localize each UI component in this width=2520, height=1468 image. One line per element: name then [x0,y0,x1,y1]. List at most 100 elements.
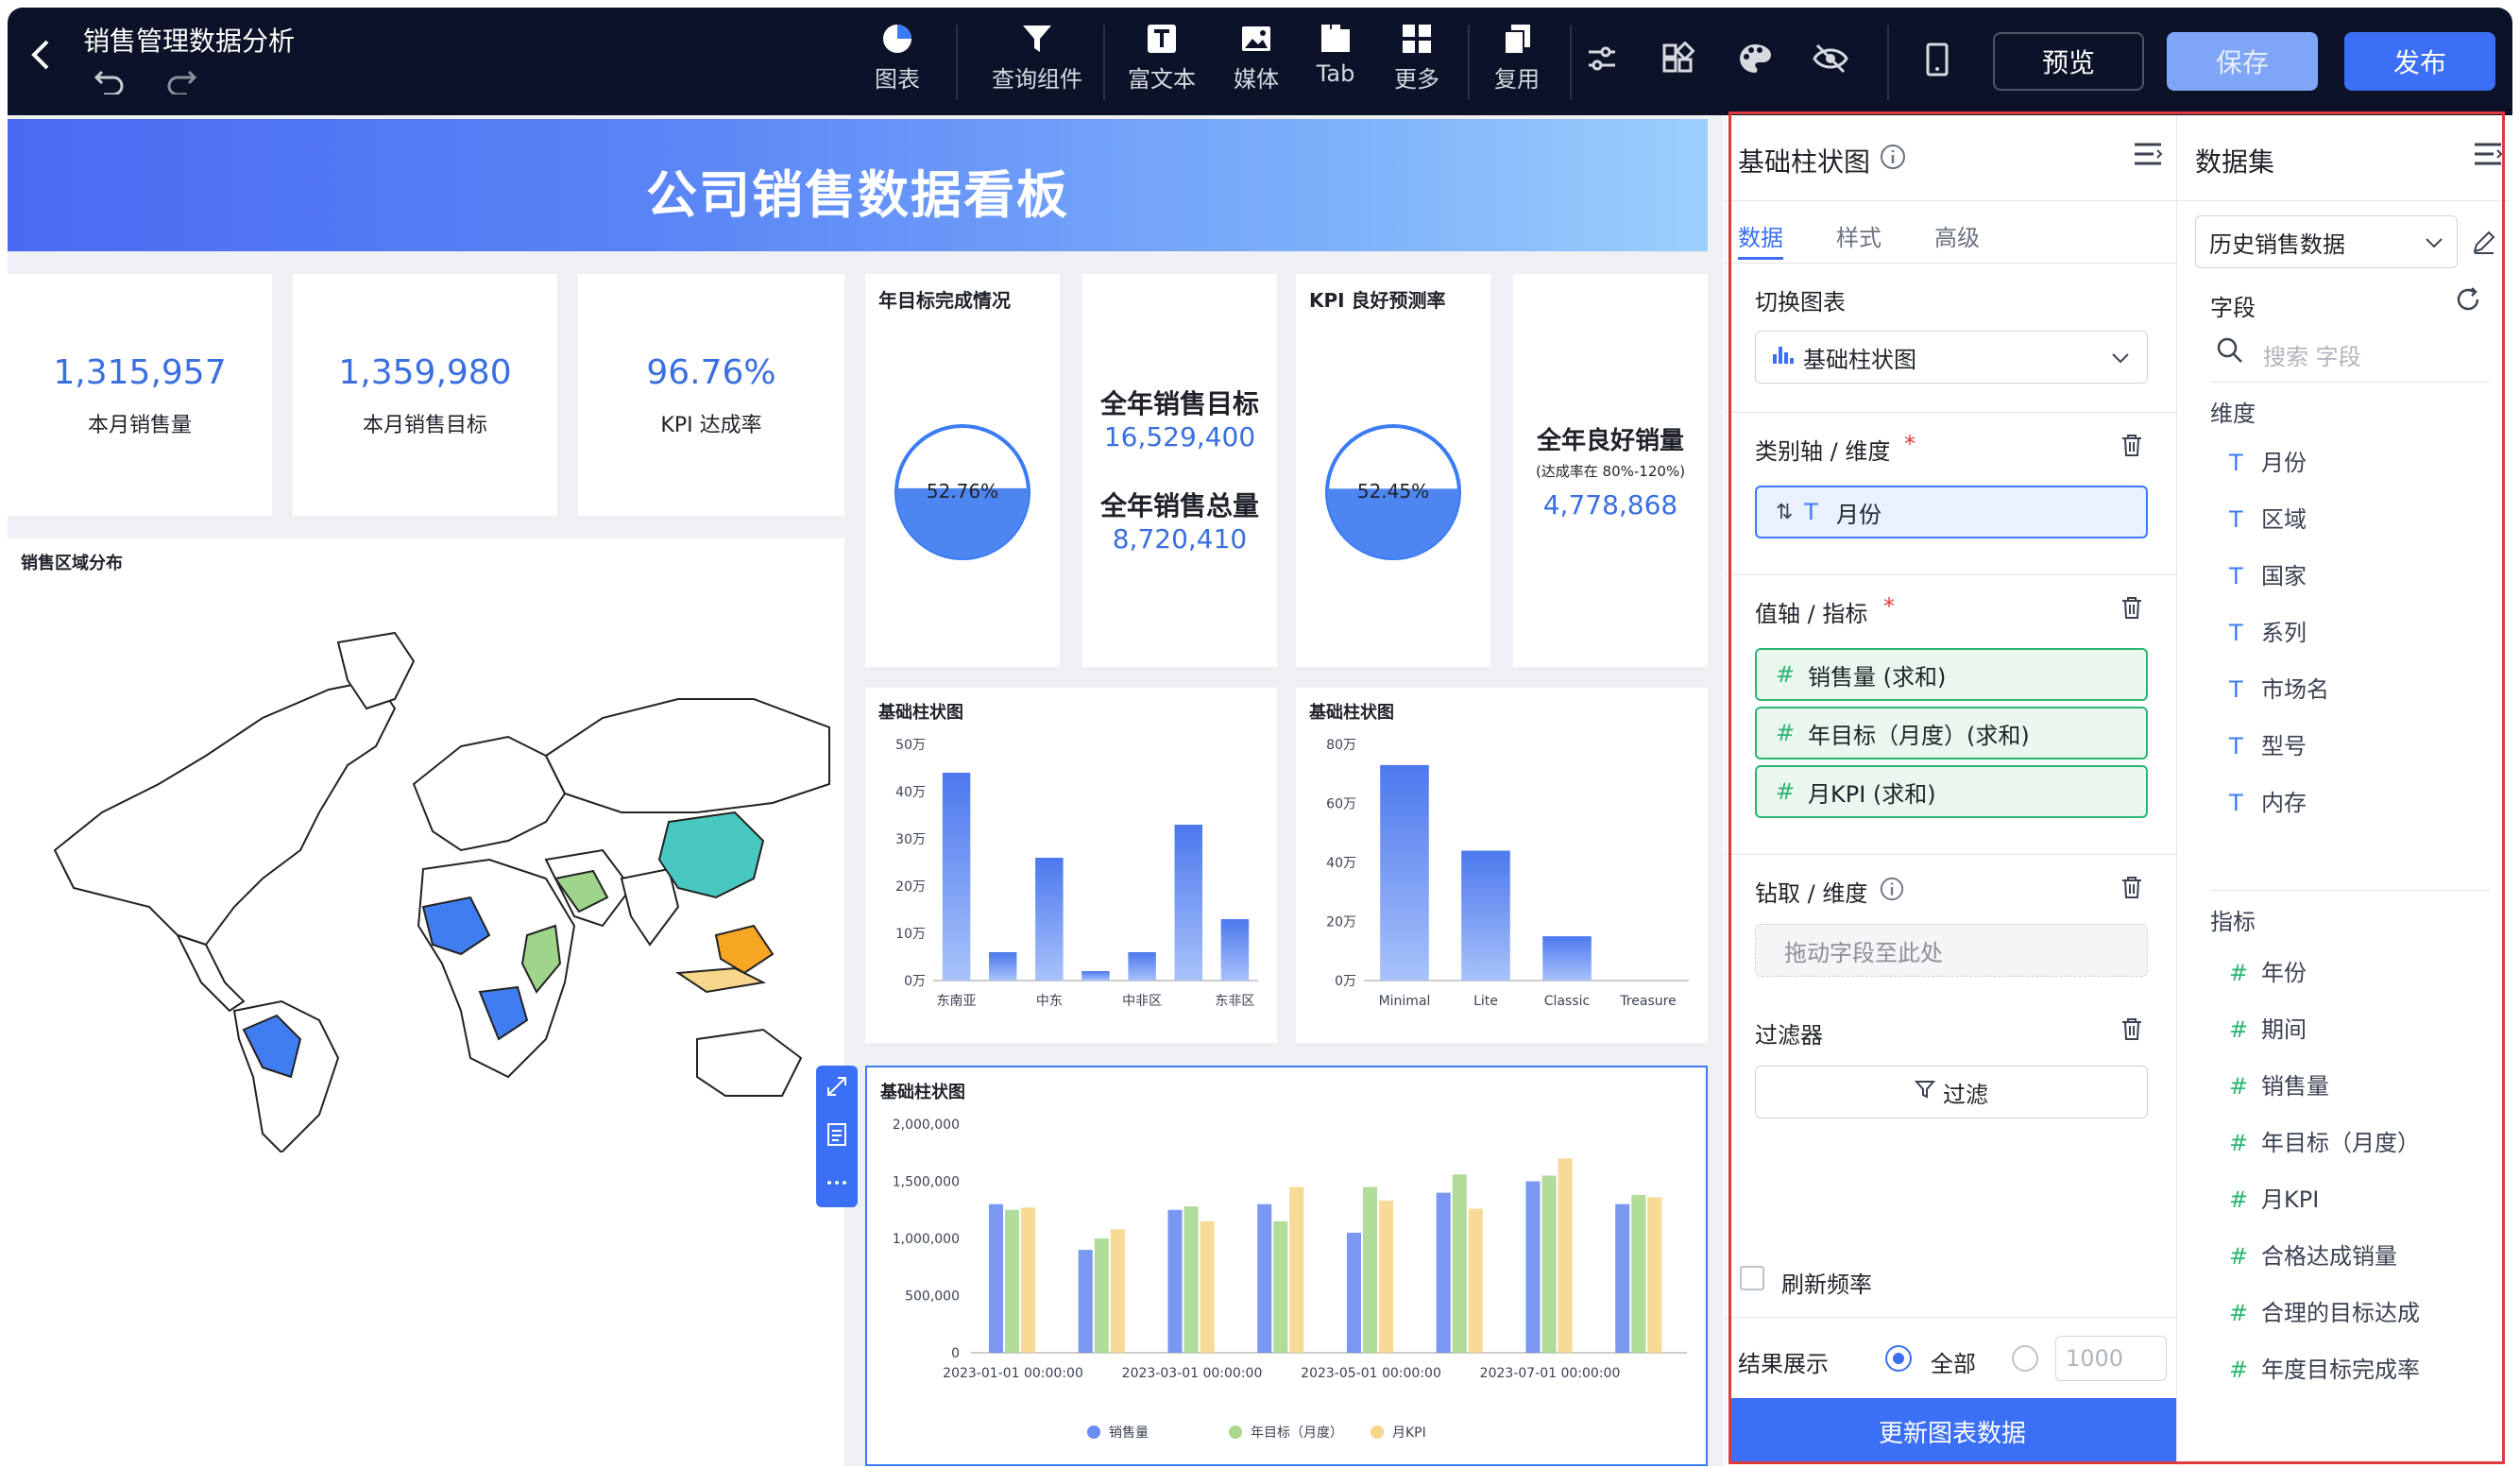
theme-palette-icon[interactable] [1736,42,1774,79]
bar-chart-card[interactable]: 基础柱状图 0万 20万 40万 60万 80万 Minimal Lite Classic Tr… [1296,688,1708,1043]
x-tick-label: Minimal [1379,994,1431,1009]
bar [1128,952,1156,981]
tool-tab[interactable]: Tab [1288,17,1383,87]
chart-title: 基础柱状图 [878,703,963,723]
kpi-card[interactable]: 1,359,980 本月销售目标 [293,274,557,516]
x-tick-label: 东南亚 [937,994,977,1009]
more-icon[interactable] [826,1171,848,1198]
world-map[interactable] [17,623,839,1152]
total-label: 全年销售总量 [1099,490,1259,521]
kpi-value: 1,359,980 [338,353,512,392]
dashboard-banner: 公司销售数据看板 [8,119,1708,251]
y-tick-label: 30万 [895,832,926,847]
bar-chart-card[interactable]: 基础柱状图 0万 10万 20万 30万 40万 50万 东南亚 中东 中非区 东非区 [865,688,1277,1043]
y-tick-label: 20万 [895,879,926,895]
x-tick-label: Lite [1473,994,1498,1009]
bar [1200,1220,1215,1353]
china-highlight [657,811,765,899]
bar [1035,858,1064,981]
hide-eye-icon[interactable] [1812,42,1849,79]
tool-tab-label: Tab [1316,60,1355,87]
good-sales-value: 4,778,868 [1542,489,1678,521]
filter-icon [980,17,1094,60]
text-icon [1115,17,1209,60]
chart-title: 基础柱状图 [1309,703,1394,723]
back-icon[interactable] [26,36,55,74]
y-tick-label: 1,000,000 [893,1232,960,1247]
gauge-card[interactable]: KPI 良好预测率 52.45% [1296,274,1490,667]
y-tick-label: 40万 [1326,856,1356,871]
bar [1174,825,1203,981]
legend-label: 销售量 [1109,1425,1149,1441]
legend-marker [1087,1425,1100,1439]
y-tick-label: 0万 [904,974,926,989]
bar [942,773,971,981]
target-label: 全年销售目标 [1099,388,1259,419]
component-side-toolbar [816,1066,858,1207]
tool-chart[interactable]: 图表 [850,17,945,94]
target-card[interactable]: 全年销售目标 16,529,400 全年销售总量 8,720,410 [1082,274,1277,667]
kpi-label: 本月销售目标 [362,414,487,437]
bar [1257,1203,1272,1353]
bar [1183,1206,1199,1353]
gauge-value: 52.45% [1356,480,1430,503]
bar [988,1203,1004,1353]
tool-rich-text[interactable]: 富文本 [1115,17,1209,94]
y-tick-label: 500,000 [905,1289,960,1305]
total-value: 8,720,410 [1112,523,1248,555]
toolbar-divider [1887,25,1889,100]
tool-more[interactable]: 更多 [1370,17,1464,94]
map-title: 销售区域分布 [21,554,123,573]
bar [1461,850,1510,981]
save-button[interactable]: 保存 [2167,32,2318,91]
undo-icon[interactable] [93,66,127,96]
components-icon[interactable] [1660,41,1695,79]
toolbar-divider [1103,25,1105,100]
top-bar: 销售管理数据分析 图表 查询组件 富文本 媒体 Tab 更多 复用 预览 保存 … [8,8,2512,115]
tool-chart-label: 图表 [875,66,920,93]
grouped-bar-chart-card[interactable]: 基础柱状图 0 500,000 1,000,000 1,500,000 2,000,00… [865,1066,1708,1466]
preview-button[interactable]: 预览 [1993,32,2144,91]
tool-reuse-label: 复用 [1494,66,1540,93]
x-tick-label: 2023-07-01 00:00:00 [1480,1366,1621,1381]
report-title[interactable]: 销售管理数据分析 [83,21,295,59]
tool-query[interactable]: 查询组件 [980,17,1094,94]
map-card[interactable]: 销售区域分布 [8,538,844,1466]
y-tick-label: 0万 [1335,974,1356,989]
bar [1615,1203,1630,1353]
banner-title: 公司销售数据看板 [646,165,1069,225]
legend-marker [1371,1425,1384,1439]
tool-more-label: 更多 [1394,66,1439,93]
y-tick-label: 40万 [895,785,926,800]
kpi-card[interactable]: 1,315,957 本月销售量 [8,274,272,516]
gauge-title: KPI 良好预测率 [1309,289,1446,312]
gauge-card[interactable]: 年目标完成情况 52.76% [865,274,1060,667]
kpi-card[interactable]: 96.76% KPI 达成率 [578,274,844,516]
bar [1346,1232,1362,1353]
publish-button[interactable]: 发布 [2344,32,2495,91]
bar [1647,1197,1662,1353]
y-tick-label: 80万 [1326,738,1356,753]
australia-region [696,1028,803,1097]
tool-reuse[interactable]: 复用 [1470,17,1564,94]
bar [1110,1229,1125,1353]
southeast-asia-highlight [714,924,775,975]
doc-icon[interactable] [826,1122,848,1151]
legend-marker [1229,1425,1242,1439]
redo-icon[interactable] [164,66,198,96]
indonesia-highlight [675,966,767,994]
y-tick-label: 2,000,000 [893,1118,960,1133]
bar-chart-1: 0万 10万 20万 30万 40万 50万东南亚 中东 中非区 东非区 [895,738,1258,1009]
tool-rich-text-label: 富文本 [1128,66,1196,93]
pie-chart-icon [850,17,945,60]
settings-sliders-icon[interactable] [1585,42,1619,79]
grid-icon [1370,17,1464,60]
mobile-icon[interactable] [1925,42,1950,81]
good-sales-card[interactable]: 全年良好销量 (达成率在 80%-120%) 4,778,868 [1513,274,1708,667]
bar [1021,1207,1036,1353]
x-tick-label: 中非区 [1122,994,1162,1009]
bar [1631,1195,1646,1353]
legend-label: 月KPI [1392,1425,1426,1441]
expand-icon[interactable] [826,1075,848,1101]
bar [1525,1181,1541,1353]
